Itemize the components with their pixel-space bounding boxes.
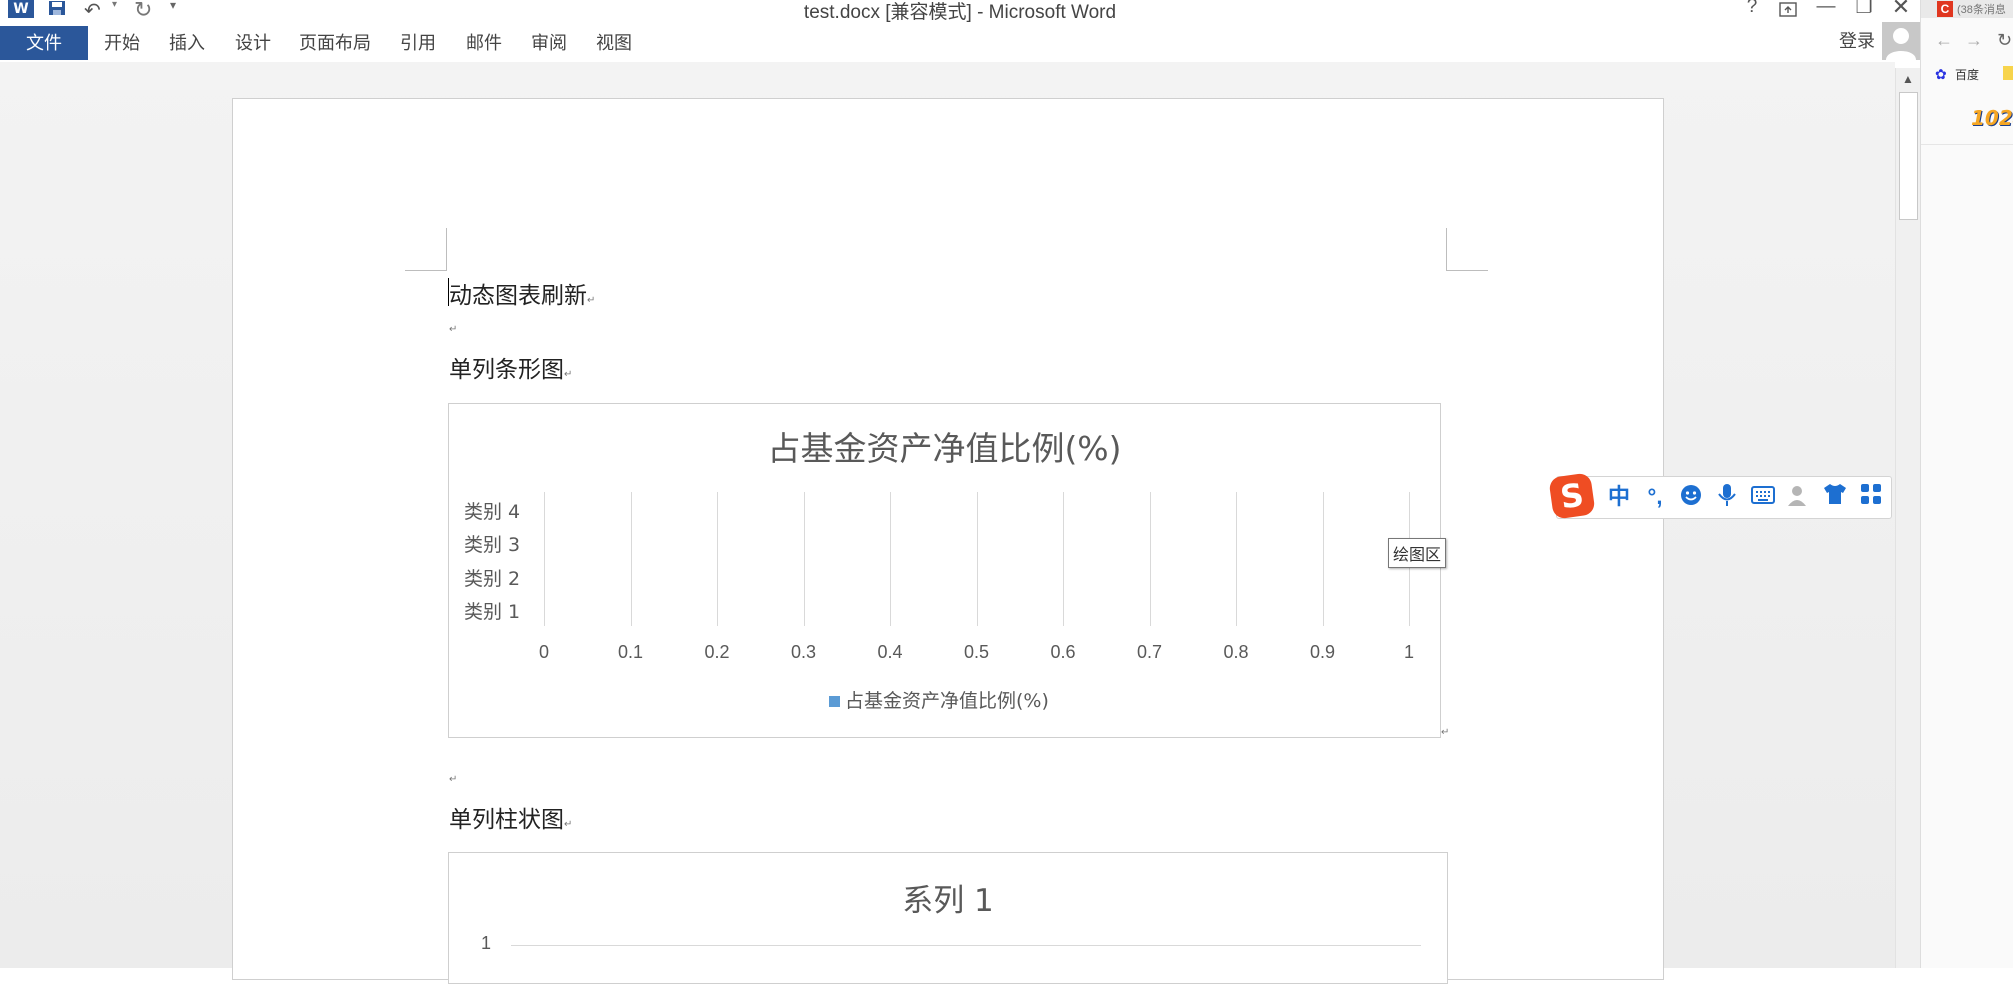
category-label: 类别 1 — [464, 601, 521, 624]
crop-mark — [1446, 228, 1447, 270]
paragraph-mark: ↵ — [587, 295, 596, 306]
gridline — [890, 492, 891, 626]
ribbon-tab-bar — [0, 22, 1920, 62]
category-label: 类别 2 — [464, 567, 521, 590]
paragraph-mark: ↵ — [1441, 727, 1450, 738]
section-title-column-chart[interactable]: 单列柱状图↵ — [449, 800, 572, 834]
crop-mark — [1446, 270, 1488, 271]
gridline — [1322, 492, 1324, 626]
help-button[interactable]: ? — [1737, 0, 1767, 18]
save-icon[interactable] — [48, 0, 66, 16]
browser-tab[interactable]: C (38条消息 — [1921, 0, 2013, 18]
tab-file[interactable]: 文件 — [0, 26, 88, 60]
back-arrow-icon[interactable]: ← — [1935, 30, 1953, 51]
baidu-paw-icon: ✿ — [1935, 66, 1947, 82]
minimize-button[interactable]: — — [1811, 0, 1841, 18]
sign-in-link[interactable]: 登录 — [1839, 27, 1875, 53]
gridline — [1236, 492, 1237, 626]
promo-banner[interactable]: 1024 — [1971, 106, 2013, 132]
forward-arrow-icon[interactable]: → — [1965, 30, 1983, 51]
undo-dropdown-icon[interactable]: ▾ — [112, 0, 117, 10]
category-label: 类别 4 — [464, 500, 521, 523]
user-icon[interactable] — [1785, 483, 1813, 511]
tab-view[interactable]: 视图 — [596, 26, 632, 60]
redo-icon[interactable]: ↻ — [134, 0, 152, 23]
ime-toolbar: S 中 °, — [1548, 472, 1892, 520]
divider — [1921, 144, 2013, 145]
x-tick-label: 0.8 — [1223, 642, 1249, 662]
x-tick-label: 0.7 — [1136, 642, 1163, 662]
mic-icon[interactable] — [1713, 483, 1741, 511]
gridline — [630, 492, 632, 626]
skin-icon[interactable] — [1821, 483, 1849, 511]
scroll-up-arrow-icon[interactable]: ▲ — [1896, 68, 1920, 90]
plot-area-tooltip: 绘图区 — [1388, 538, 1447, 568]
document-heading[interactable]: 动态图表刷新↵ — [449, 276, 595, 310]
gridline — [511, 945, 1421, 946]
browser-window-edge: C (38条消息 ← → ↻ ✿ 百度 1024 — [1920, 0, 2013, 968]
x-tick-label: 0.9 — [1309, 642, 1336, 662]
paragraph-mark: ↵ — [449, 324, 458, 335]
close-button[interactable]: ✕ — [1886, 0, 1916, 20]
undo-icon[interactable]: ↶ — [84, 0, 101, 23]
legend-label: 占基金资产净值比例(%) — [845, 690, 1049, 712]
window-title: test.docx [兼容模式] - Microsoft Word — [803, 2, 1117, 23]
tab-review[interactable]: 审阅 — [531, 26, 567, 60]
y-tick-label: 1 — [481, 933, 492, 953]
legend-swatch — [829, 696, 840, 707]
crop-mark — [446, 228, 447, 270]
section-title-bar-chart[interactable]: 单列条形图↵ — [449, 350, 572, 384]
x-tick-label: 0.1 — [617, 642, 644, 662]
keyboard-icon[interactable] — [1749, 483, 1777, 511]
bar-chart[interactable]: 占基金资产净值比例(%) 0 0.1 0.2 0.3 0.4 0.5 0.6 0.7 0.8 0.… — [448, 403, 1441, 738]
x-tick-label: 0.2 — [704, 642, 730, 662]
tab-page-layout[interactable]: 页面布局 — [299, 26, 371, 60]
customize-quick-access-icon[interactable]: ▾ — [170, 0, 176, 12]
x-tick-label: 1 — [1403, 642, 1414, 662]
tab-insert[interactable]: 插入 — [169, 26, 205, 60]
gridline — [1063, 492, 1064, 626]
browser-tab-title: (38条消息 — [1957, 4, 2006, 16]
category-label: 类别 3 — [464, 534, 521, 557]
word-app-icon[interactable]: W — [8, 0, 34, 18]
column-chart[interactable]: 系列 1 1 — [448, 852, 1448, 984]
gridline — [803, 492, 805, 626]
x-tick-label: 0.4 — [877, 642, 903, 662]
ribbon-display-options-icon[interactable] — [1773, 0, 1803, 24]
csdn-favicon-icon: C — [1937, 1, 1953, 17]
chart-legend[interactable]: 占基金资产净值比例(%) — [829, 686, 1049, 713]
chart-title[interactable]: 系列 1 — [449, 875, 1447, 920]
gridline — [1149, 492, 1151, 626]
bookmark-baidu[interactable]: 百度 — [1955, 66, 1979, 83]
scrollbar-thumb[interactable] — [1899, 92, 1918, 220]
title-bar: test.docx [兼容模式] - Microsoft Word W ↶ ▾ … — [0, 0, 1920, 24]
punctuation-toggle[interactable]: °, — [1641, 483, 1669, 511]
paragraph-mark: ↵ — [564, 819, 573, 830]
paragraph-mark: ↵ — [449, 774, 458, 785]
x-tick-label: 0.3 — [790, 642, 817, 662]
input-mode-toggle[interactable]: 中 — [1605, 483, 1633, 511]
restore-button[interactable]: ❐ — [1849, 0, 1879, 19]
gridline — [717, 492, 718, 626]
x-tick-label: 0.5 — [963, 642, 990, 662]
gridline — [544, 492, 545, 626]
x-tick-label: 0 — [538, 642, 549, 662]
paragraph-mark: ↵ — [564, 369, 573, 380]
reload-icon[interactable]: ↻ — [1997, 30, 2012, 51]
grid-icon[interactable] — [1857, 483, 1885, 511]
avatar[interactable] — [1882, 22, 1920, 60]
sogou-logo[interactable]: S — [1548, 472, 1596, 520]
gridline — [976, 492, 978, 626]
tab-references[interactable]: 引用 — [400, 26, 436, 60]
vertical-scrollbar[interactable]: ▲ — [1895, 68, 1920, 968]
tab-design[interactable]: 设计 — [235, 26, 271, 60]
tab-mailings[interactable]: 邮件 — [466, 26, 502, 60]
emoji-icon[interactable] — [1677, 483, 1705, 511]
x-tick-label: 0.6 — [1050, 642, 1076, 662]
tab-home[interactable]: 开始 — [104, 26, 140, 60]
crop-mark — [405, 270, 447, 271]
bookmark-folder-icon[interactable] — [2003, 66, 2013, 80]
